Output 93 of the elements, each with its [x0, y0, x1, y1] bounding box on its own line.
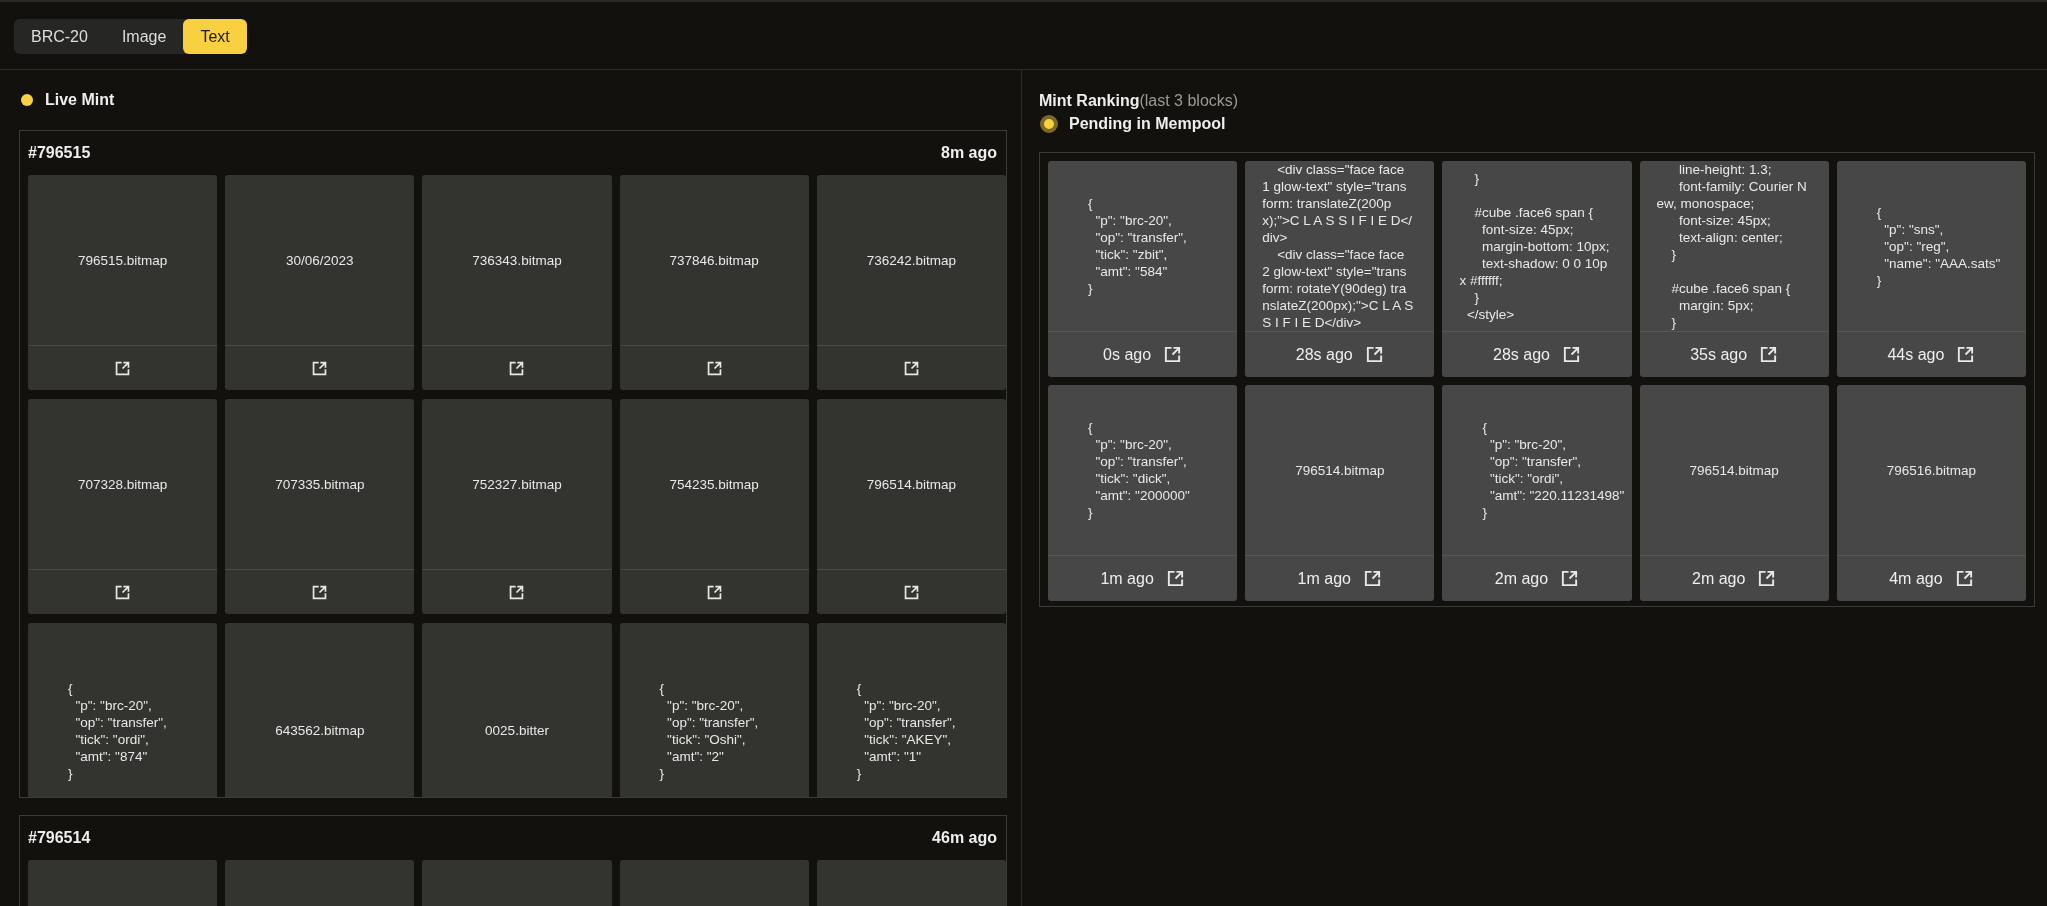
external-link-icon[interactable]	[1954, 569, 1974, 588]
tab[interactable]: BRC-20	[14, 19, 105, 54]
external-link-icon[interactable]	[1956, 345, 1976, 364]
inscription-text: 796514.bitmap	[1689, 461, 1779, 479]
inscription-card[interactable]: 737846.bitmap	[619, 175, 809, 390]
external-link-icon[interactable]	[1561, 345, 1581, 364]
pending-label: Pending in Mempool	[1069, 115, 1226, 133]
inscription-text: 796514.bitmap	[866, 475, 957, 493]
inscription-card[interactable]: { "p": "brc-20", "op": "transfer", "tick": "zbit", "amt": "584" } 0s ago	[1048, 161, 1238, 377]
inscription-text: } #cube .face6 span { font-size: 45px; margin-bottom: 10px; text-shadow: 0 0 10p x #ffffff; } </style>	[1459, 169, 1611, 323]
inscription-text: 643562.bitmap	[275, 722, 365, 739]
time-label: 28s ago	[1493, 345, 1550, 364]
time-label: 2m ago	[1494, 569, 1549, 588]
inscription-card[interactable]: 754235.bitmap	[619, 399, 809, 614]
inscription-card[interactable]: 707335.bitmap	[225, 399, 415, 614]
external-link-icon[interactable]	[902, 359, 920, 377]
time-label: 1m ago	[1297, 569, 1351, 588]
inscription-card[interactable]: 796514.bitmap 2m ago	[1639, 385, 1829, 601]
inscription-text: 796514.bitmap	[1295, 461, 1385, 479]
inscription-card[interactable]: 796514.bitmap	[816, 399, 1006, 614]
inscription-text: 707328.bitmap	[77, 475, 168, 493]
external-link-icon[interactable]	[705, 359, 723, 377]
external-link-icon[interactable]	[311, 359, 329, 377]
external-link-icon[interactable]	[1364, 345, 1384, 364]
section-title: Live Mint	[45, 91, 115, 109]
inscription-card[interactable]: 752327.bitmap	[422, 399, 612, 614]
external-link-icon[interactable]	[1560, 569, 1580, 588]
tab[interactable]: Text	[183, 19, 247, 54]
time-label: 28s ago	[1295, 345, 1353, 364]
inscription-text: 736343.bitmap	[472, 251, 562, 269]
external-link-icon[interactable]	[705, 583, 723, 601]
inscription-card[interactable]: 643562.bitmap	[225, 623, 415, 797]
inscription-card[interactable]: { "p": "brc-20", "op": "transfer", "tick": "ordi", "amt": "874" }	[28, 623, 218, 797]
inscription-text: { "p": "brc-20", "op": "transfer", "tick": "ordi", "amt": "220.11231498" }	[1482, 419, 1626, 521]
inscription-text: <div class="face face 1 glow-text" style="trans form: translateZ(200p x);">C L A S S I F I E D</ div> <div class="face face 2 glow-text" style="trans form: rotateY(90deg) tra nslateZ(200px);">C L A S S I F I E D</div>	[1262, 161, 1415, 331]
time-label: 4m ago	[1889, 569, 1943, 588]
inscription-text: { "p": "brc-20", "op": "transfer", "tick": "AKEY", "amt": "1" }	[856, 679, 957, 782]
inscription-card[interactable]	[1245, 161, 1435, 377]
inscription-card[interactable]: { "p": "brc-20", "op": "transfer", "tick": "ordi", "amt": "220.11231498" } 2m ago	[1442, 385, 1632, 601]
inscription-text: line-height: 1.3; font-family: Courier N ew, monospace; font-size: 45px; text-align: center; } #cube .face6 span { margin: 5px; }	[1656, 161, 1808, 331]
block-number: #796515	[28, 144, 91, 162]
live-dot	[21, 94, 33, 106]
inscription-card[interactable]: 0025.bitter	[422, 623, 612, 797]
inscription-text: { "p": "brc-20", "op": "transfer", "tick": "ordi", "amt": "874" }	[68, 679, 168, 782]
inscription-text: 737846.bitmap	[669, 251, 759, 269]
inscription-text: 752327.bitmap	[472, 475, 562, 493]
section-subtitle: (last 3 blocks)	[1139, 92, 1239, 109]
inscription-card[interactable]: 736343.bitmap	[422, 175, 612, 390]
external-link-icon[interactable]	[902, 583, 920, 601]
external-link-icon[interactable]	[1163, 345, 1183, 364]
inscription-text: 0025.bitter	[485, 722, 549, 739]
inscription-card[interactable]: line-height: 1.3; font-family: Courier N ew, monospace; font-size: 45px; text-align: center; } #cube .face6 span { margin: 5px; } 35s ago	[1639, 161, 1829, 377]
inscription-text: 796515.bitmap	[77, 251, 168, 269]
block-time: 46m ago	[932, 829, 997, 847]
inscription-card[interactable]: { "p": "brc-20", "op": "transfer", "tick": "dick", "amt": "200000" } 1m ago	[1048, 385, 1238, 601]
inscription-text: 754235.bitmap	[669, 475, 759, 493]
inscription-text: { "p": "brc-20", "op": "transfer", "tick": "dick", "amt": "200000" }	[1088, 419, 1191, 521]
external-link-icon[interactable]	[1759, 345, 1779, 364]
inscription-card[interactable]: 796514.bitmap 1m ago	[1245, 385, 1435, 601]
inscription-card[interactable]: 736242.bitmap	[816, 175, 1006, 390]
inscription-text: 796516.bitmap	[1886, 461, 1977, 479]
inscription-text: 707335.bitmap	[275, 475, 365, 493]
external-link-icon[interactable]	[1362, 569, 1382, 588]
inscription-text: 30/06/2023	[286, 251, 354, 269]
inscription-card[interactable]: { "p": "brc-20", "op": "transfer", "tick": "Oshi", "amt": "2" }	[619, 623, 809, 797]
time-label: 0s ago	[1103, 345, 1152, 364]
inscription-card[interactable]: } #cube .face6 span { font-size: 45px; margin-bottom: 10px; text-shadow: 0 0 10p x #ffffff; } </style> 28s ago	[1442, 161, 1632, 377]
tab[interactable]: Image	[104, 19, 184, 54]
inscription-card[interactable]: 796516.bitmap 4m ago	[1836, 385, 2026, 601]
section-title: Mint Ranking	[1039, 92, 1140, 109]
time-label: 2m ago	[1692, 569, 1746, 588]
inscription-text: { "p": "brc-20", "op": "transfer", "tick": "Oshi", "amt": "2" }	[659, 679, 760, 782]
pending-dot	[1040, 115, 1058, 133]
external-link-icon[interactable]	[1757, 569, 1777, 588]
external-link-icon[interactable]	[114, 359, 132, 377]
block-time: 8m ago	[941, 144, 997, 162]
inscription-text: { "p": "sns", "op": "reg", "name": "AAA.sats" }	[1876, 203, 2002, 289]
external-link-icon[interactable]	[114, 583, 132, 601]
external-link-icon[interactable]	[1165, 569, 1185, 588]
inscription-text: { "p": "brc-20", "op": "transfer", "tick": "zbit", "amt": "584" }	[1088, 195, 1188, 297]
external-link-icon[interactable]	[311, 583, 329, 601]
inscription-card[interactable]: { "p": "sns", "op": "reg", "name": "AAA.sats" } 44s ago	[1836, 161, 2026, 377]
inscription-card[interactable]: 796515.bitmap	[28, 175, 218, 390]
external-link-icon[interactable]	[508, 583, 526, 601]
inscription-card[interactable]: 30/06/2023	[225, 175, 415, 390]
block-number: #796514	[28, 829, 91, 847]
time-label: 44s ago	[1887, 345, 1945, 364]
inscription-text: 736242.bitmap	[866, 251, 957, 269]
inscription-card[interactable]: 707328.bitmap	[28, 399, 218, 614]
time-label: 35s ago	[1690, 345, 1748, 364]
external-link-icon[interactable]	[508, 359, 526, 377]
time-label: 1m ago	[1100, 569, 1154, 588]
inscription-card[interactable]: { "p": "brc-20", "op": "transfer", "tick": "AKEY", "amt": "1" }	[816, 623, 1006, 797]
